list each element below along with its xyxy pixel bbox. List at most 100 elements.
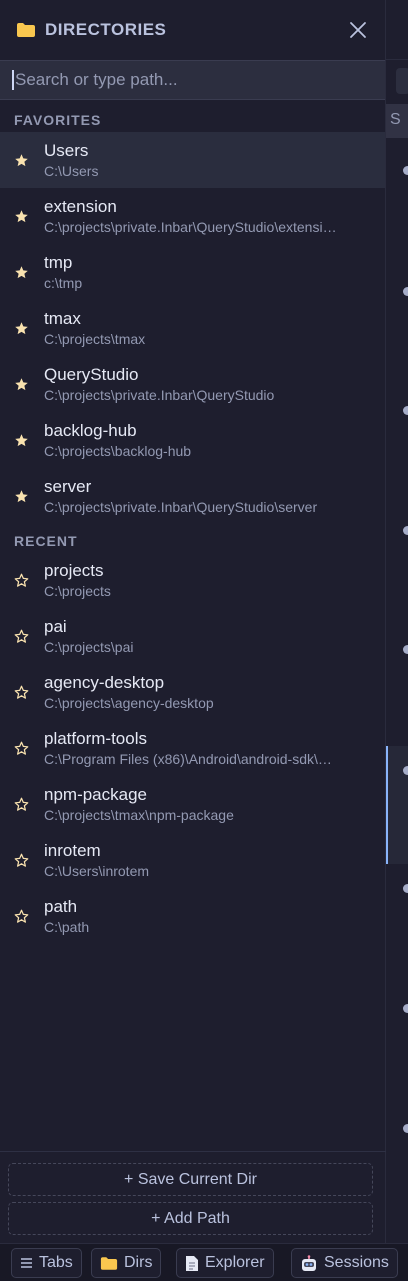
- favorite-item[interactable]: tmax C:\projects\tmax: [0, 300, 385, 356]
- directory-text: npm-package C:\projects\tmax\npm-package: [44, 784, 385, 824]
- tab-sessions[interactable]: Sessions: [291, 1248, 398, 1278]
- directory-path: C:\projects\backlog-hub: [44, 443, 192, 459]
- directory-name: npm-package: [44, 785, 148, 804]
- directory-path: C:\projects\tmax: [44, 331, 146, 347]
- panel-footer: + Save Current Dir + Add Path: [0, 1151, 386, 1243]
- star-outline-icon[interactable]: [0, 685, 44, 700]
- directory-path: C:\Users: [44, 163, 99, 179]
- directory-path: C:\Users\inrotem: [44, 863, 150, 879]
- directory-text: extension C:\projects\private.Inbar\Query…: [44, 196, 385, 236]
- tab-dirs[interactable]: Dirs: [91, 1248, 162, 1278]
- recent-item[interactable]: path C:\path: [0, 888, 385, 944]
- directory-name: QueryStudio: [44, 365, 139, 384]
- adjacent-pane-selected-row[interactable]: [386, 746, 408, 864]
- search-input[interactable]: [12, 70, 385, 90]
- directory-text: server C:\projects\private.Inbar\QueryStu…: [44, 476, 385, 516]
- directory-text: QueryStudio C:\projects\private.Inbar\Que…: [44, 364, 385, 404]
- directory-text: path C:\path: [44, 896, 385, 936]
- status-dot: [403, 645, 408, 654]
- tab-label: Sessions: [324, 1254, 389, 1271]
- recent-heading: RECENT: [14, 533, 78, 549]
- tab-explorer[interactable]: Explorer: [176, 1248, 274, 1278]
- adjacent-pane-toolbar[interactable]: [396, 68, 408, 94]
- adjacent-pane-column-header: S: [386, 104, 408, 138]
- document-icon: [185, 1255, 199, 1272]
- directory-path: C:\projects\private.Inbar\QueryStudio\se…: [44, 499, 318, 515]
- directory-text: platform-tools C:\Program Files (x86)\And…: [44, 728, 385, 768]
- star-filled-icon[interactable]: [0, 377, 44, 392]
- recent-item[interactable]: pai C:\projects\pai: [0, 608, 385, 664]
- directory-name: platform-tools: [44, 729, 147, 748]
- directory-text: agency-desktop C:\projects\agency-desktop: [44, 672, 385, 712]
- star-outline-icon[interactable]: [0, 797, 44, 812]
- tab-label: Tabs: [39, 1254, 73, 1271]
- status-dot: [403, 406, 408, 415]
- star-filled-icon[interactable]: [0, 433, 44, 448]
- directory-path: C:\projects\tmax\npm-package: [44, 807, 234, 823]
- recent-item[interactable]: inrotem C:\Users\inrotem: [0, 832, 385, 888]
- favorites-heading: FAVORITES: [14, 112, 102, 128]
- recent-item[interactable]: projects C:\projects: [0, 552, 385, 608]
- favorite-item[interactable]: Users C:\Users: [0, 132, 385, 188]
- directory-text: tmax C:\projects\tmax: [44, 308, 385, 348]
- close-icon[interactable]: [345, 17, 371, 43]
- star-outline-icon[interactable]: [0, 741, 44, 756]
- directory-path: C:\projects\private.Inbar\QueryStudio: [44, 387, 275, 403]
- folder-icon: [17, 23, 35, 37]
- favorite-item[interactable]: server C:\projects\private.Inbar\QueryStu…: [0, 468, 385, 524]
- add-path-button[interactable]: + Add Path: [8, 1202, 373, 1235]
- favorite-item[interactable]: extension C:\projects\private.Inbar\Query…: [0, 188, 385, 244]
- tab-label: Dirs: [124, 1254, 153, 1271]
- favorite-item[interactable]: backlog-hub C:\projects\backlog-hub: [0, 412, 385, 468]
- directory-path: C:\path: [44, 919, 90, 935]
- favorite-item[interactable]: QueryStudio C:\projects\private.Inbar\Que…: [0, 356, 385, 412]
- tab-label: Explorer: [205, 1254, 265, 1271]
- tab-tabs[interactable]: Tabs: [11, 1248, 82, 1278]
- adjacent-pane-column-letter: S: [390, 111, 401, 128]
- star-outline-icon[interactable]: [0, 573, 44, 588]
- save-current-dir-button[interactable]: + Save Current Dir: [8, 1163, 373, 1196]
- robot-icon: [300, 1254, 318, 1272]
- directory-name: server: [44, 477, 92, 496]
- search-bar: [0, 60, 385, 100]
- directory-name: tmp: [44, 253, 73, 272]
- directory-name: projects: [44, 561, 104, 580]
- star-filled-icon[interactable]: [0, 209, 44, 224]
- directory-name: inrotem: [44, 841, 101, 860]
- directory-path: C:\projects\pai: [44, 639, 134, 655]
- directory-text: Users C:\Users: [44, 140, 385, 180]
- star-outline-icon[interactable]: [0, 853, 44, 868]
- status-dot: [403, 166, 408, 175]
- star-outline-icon[interactable]: [0, 909, 44, 924]
- favorites-list: Users C:\Users extension C:\projects\privat…: [0, 132, 385, 524]
- star-filled-icon[interactable]: [0, 321, 44, 336]
- directory-text: inrotem C:\Users\inrotem: [44, 840, 385, 880]
- folder-icon: [100, 1256, 118, 1271]
- panel-header: DIRECTORIES: [0, 0, 385, 60]
- directory-name: tmax: [44, 309, 81, 328]
- recent-item[interactable]: npm-package C:\projects\tmax\npm-package: [0, 776, 385, 832]
- directory-name: agency-desktop: [44, 673, 165, 692]
- directory-path: C:\projects\private.Inbar\QueryStudio\ex…: [44, 219, 339, 235]
- directory-text: tmp c:\tmp: [44, 252, 385, 292]
- directory-text: pai C:\projects\pai: [44, 616, 385, 656]
- status-dot: [403, 526, 408, 535]
- bottom-tab-bar: Tabs Dirs Explorer Sessions: [0, 1243, 408, 1281]
- star-outline-icon[interactable]: [0, 629, 44, 644]
- directory-path: c:\tmp: [44, 275, 83, 291]
- panel-title: DIRECTORIES: [45, 20, 167, 39]
- directory-name: Users: [44, 141, 89, 160]
- directory-path: C:\projects\agency-desktop: [44, 695, 214, 711]
- directory-name: path: [44, 897, 78, 916]
- status-dot: [403, 287, 408, 296]
- directories-panel: DIRECTORIES FAVORITES Users C:\Users exten…: [0, 0, 386, 1243]
- star-filled-icon[interactable]: [0, 153, 44, 168]
- star-filled-icon[interactable]: [0, 265, 44, 280]
- recent-item[interactable]: agency-desktop C:\projects\agency-desktop: [0, 664, 385, 720]
- recent-item[interactable]: platform-tools C:\Program Files (x86)\And…: [0, 720, 385, 776]
- directory-text: backlog-hub C:\projects\backlog-hub: [44, 420, 385, 460]
- star-filled-icon[interactable]: [0, 489, 44, 504]
- status-dot: [403, 766, 408, 775]
- favorite-item[interactable]: tmp c:\tmp: [0, 244, 385, 300]
- status-dot: [403, 1004, 408, 1013]
